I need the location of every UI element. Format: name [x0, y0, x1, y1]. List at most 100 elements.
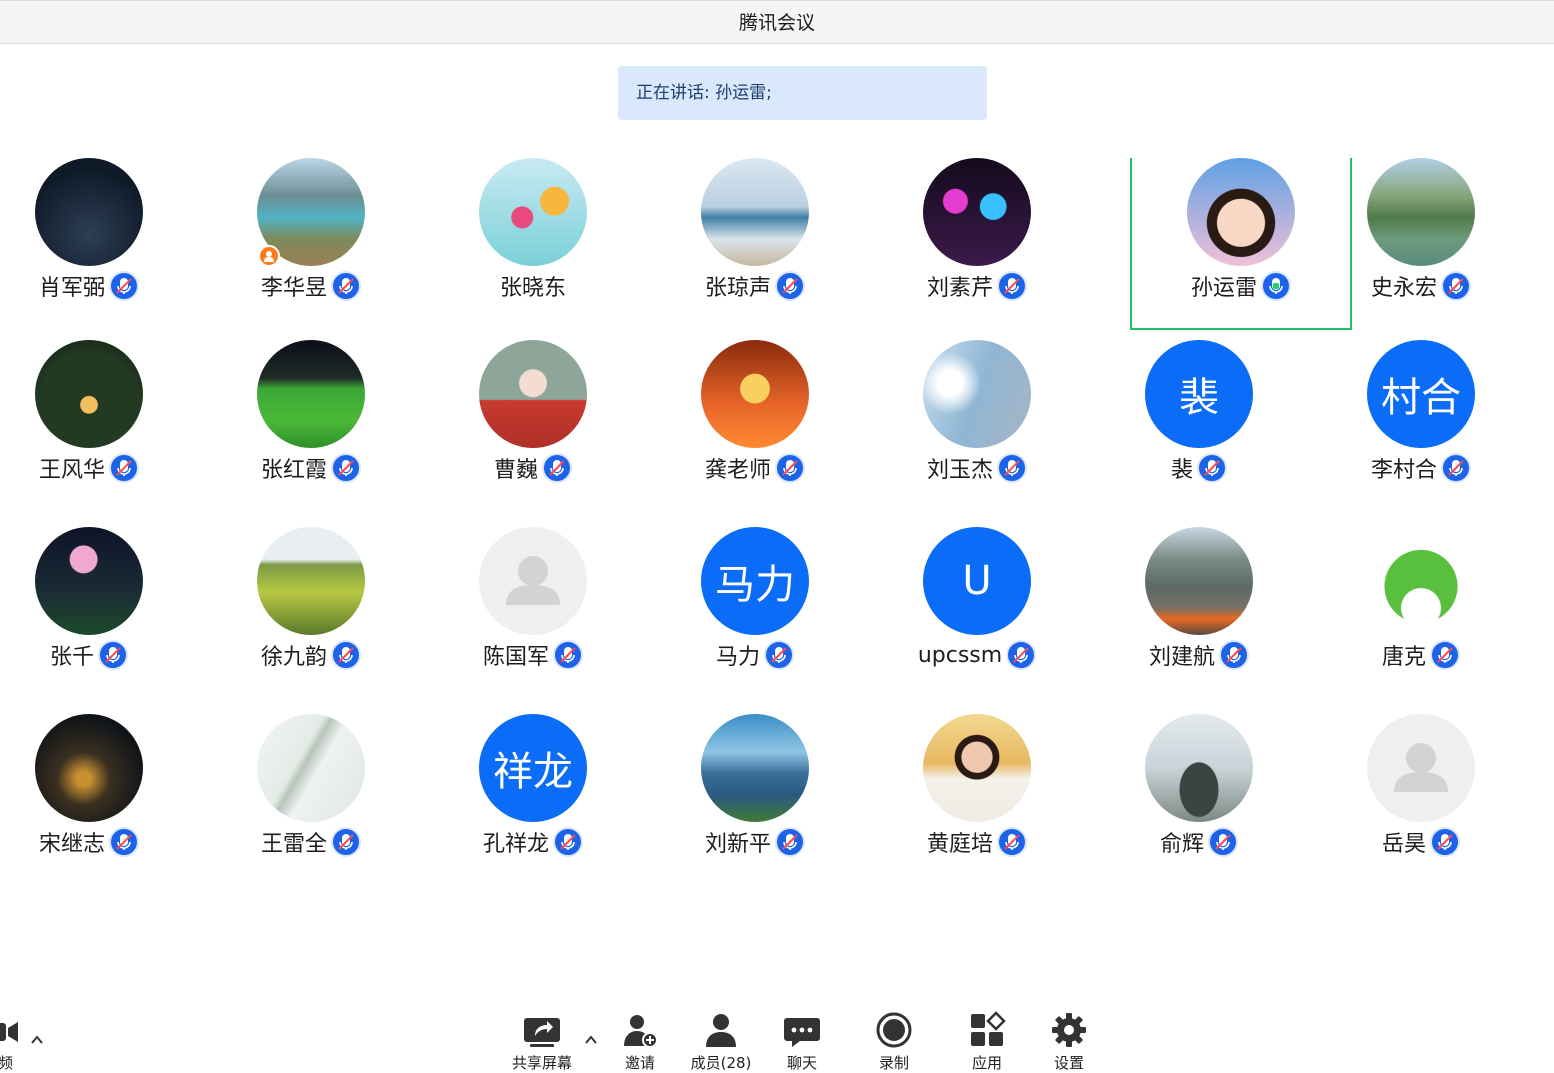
participant-tile[interactable]: 刘玉杰 — [881, 340, 1103, 512]
participant-tile[interactable]: Uupcssm — [881, 527, 1103, 699]
participant-name: 徐九韵 — [260, 645, 327, 670]
participant-name: 李村合 — [1370, 458, 1437, 483]
participant-tile[interactable]: 李华昱 — [215, 158, 437, 330]
participant-tile[interactable]: 宋继志 — [0, 714, 215, 886]
chevron-up-icon[interactable] — [30, 1033, 44, 1047]
record-icon — [874, 1010, 914, 1050]
participant-tile[interactable]: 刘新平 — [659, 714, 881, 886]
avatar — [1145, 714, 1253, 822]
participant-tile[interactable]: 裴裴 — [1103, 340, 1325, 512]
participant-tile[interactable]: 史永宏 — [1325, 158, 1547, 330]
participant-name: 俞辉 — [1159, 832, 1204, 857]
mic-muted-icon — [775, 271, 805, 301]
participant-tile[interactable]: 张红霞 — [215, 340, 437, 512]
participant-name: 肖军弼 — [38, 276, 105, 301]
participant-tile[interactable]: 黄庭培 — [881, 714, 1103, 886]
avatar — [35, 158, 143, 266]
participant-name-row: 裴 — [1103, 452, 1295, 484]
participant-name-row: 刘建航 — [1103, 639, 1295, 671]
participant-name-row: 肖军弼 — [0, 270, 185, 302]
participant-name-row: 李华昱 — [215, 270, 407, 302]
participant-tile[interactable]: 唐克 — [1325, 527, 1547, 699]
participant-name: 王雷全 — [260, 832, 327, 857]
participant-name-row: 张晓东 — [437, 270, 629, 302]
host-badge-icon — [258, 245, 280, 267]
participant-tile[interactable]: 曹巍 — [437, 340, 659, 512]
participant-name-row: 徐九韵 — [215, 639, 407, 671]
participant-tile[interactable]: 张琼声 — [659, 158, 881, 330]
participant-name-row: upcssm — [881, 639, 1073, 671]
participant-name: 史永宏 — [1370, 276, 1437, 301]
participant-tile[interactable]: 王雷全 — [215, 714, 437, 886]
participant-tile[interactable]: 肖军弼 — [0, 158, 215, 330]
mic-muted-icon — [1430, 640, 1460, 670]
avatar — [257, 527, 365, 635]
participant-name-row: 李村合 — [1325, 452, 1517, 484]
avatar — [923, 158, 1031, 266]
participant-name-row: 马力 — [659, 639, 851, 671]
participant-tile[interactable]: 徐九韵 — [215, 527, 437, 699]
mic-muted-icon — [1208, 827, 1238, 857]
participant-name-row: 孙运雷 — [1145, 270, 1337, 302]
mic-muted-icon — [109, 271, 139, 301]
chevron-up-icon[interactable] — [584, 1033, 598, 1047]
participant-tile[interactable]: 刘素芹 — [881, 158, 1103, 330]
mic-muted-icon — [997, 453, 1027, 483]
chat-label: 聊天 — [786, 1054, 817, 1072]
participant-name-row: 唐克 — [1325, 639, 1517, 671]
avatar — [479, 340, 587, 448]
record-button[interactable]: 录制 — [854, 1005, 934, 1073]
mic-muted-icon — [331, 453, 361, 483]
mic-muted-icon — [331, 271, 361, 301]
participant-name: 刘建航 — [1148, 645, 1215, 670]
participant-name: 唐克 — [1381, 645, 1426, 670]
participant-name-row: 宋继志 — [0, 826, 185, 858]
participant-name: 张琼声 — [704, 276, 771, 301]
participant-tile[interactable]: 张千 — [0, 527, 215, 699]
participant-tile[interactable]: 王风华 — [0, 340, 215, 512]
participant-name-row: 陈国军 — [437, 639, 629, 671]
participant-tile[interactable]: 龚老师 — [659, 340, 881, 512]
mic-muted-icon — [1430, 827, 1460, 857]
record-label: 录制 — [878, 1054, 909, 1072]
participant-tile[interactable]: 张晓东 — [437, 158, 659, 330]
participant-name: 马力 — [715, 645, 760, 670]
members-label: 成员(28) — [690, 1054, 752, 1072]
participant-name: 裴 — [1170, 458, 1193, 483]
share-screen-label: 共享屏幕 — [511, 1054, 572, 1072]
participant-name-row: 岳昊 — [1325, 826, 1517, 858]
participant-name: upcssm — [917, 642, 1003, 668]
chat-button[interactable]: 聊天 — [762, 1005, 842, 1073]
participant-tile[interactable]: 岳昊 — [1325, 714, 1547, 886]
apps-icon — [967, 1010, 1007, 1050]
members-button[interactable]: 成员(28) — [681, 1005, 761, 1073]
participant-name: 曹巍 — [493, 458, 538, 483]
mic-muted-icon — [1219, 640, 1249, 670]
participant-tile[interactable]: 俞辉 — [1103, 714, 1325, 886]
invite-button[interactable]: 邀请 — [600, 1005, 680, 1073]
participant-tile[interactable]: 陈国军 — [437, 527, 659, 699]
participant-tile[interactable]: 祥龙 孔祥龙 — [437, 714, 659, 886]
participant-tile[interactable]: 村合 李村合 — [1325, 340, 1547, 512]
participant-tile[interactable]: 刘建航 — [1103, 527, 1325, 699]
participant-name: 龚老师 — [704, 458, 771, 483]
avatar — [257, 714, 365, 822]
avatar — [923, 714, 1031, 822]
add-user-icon — [620, 1010, 660, 1050]
avatar — [701, 158, 809, 266]
mic-muted-icon — [542, 453, 572, 483]
avatar-initials: 裴 — [1145, 340, 1253, 448]
participant-name: 陈国军 — [482, 645, 549, 670]
mic-muted-icon — [553, 827, 583, 857]
avatar — [479, 158, 587, 266]
participant-name-row: 龚老师 — [659, 452, 851, 484]
settings-button[interactable]: 设置 — [1029, 1005, 1109, 1073]
mic-muted-icon — [109, 827, 139, 857]
participant-name-row: 王雷全 — [215, 826, 407, 858]
avatar — [35, 714, 143, 822]
participant-tile[interactable]: 马力 马力 — [659, 527, 881, 699]
apps-button[interactable]: 应用 — [947, 1005, 1027, 1073]
participant-tile[interactable]: 孙运雷 — [1130, 158, 1352, 330]
share-screen-button[interactable]: 共享屏幕 — [502, 1005, 582, 1073]
participant-name-row: 孔祥龙 — [437, 826, 629, 858]
